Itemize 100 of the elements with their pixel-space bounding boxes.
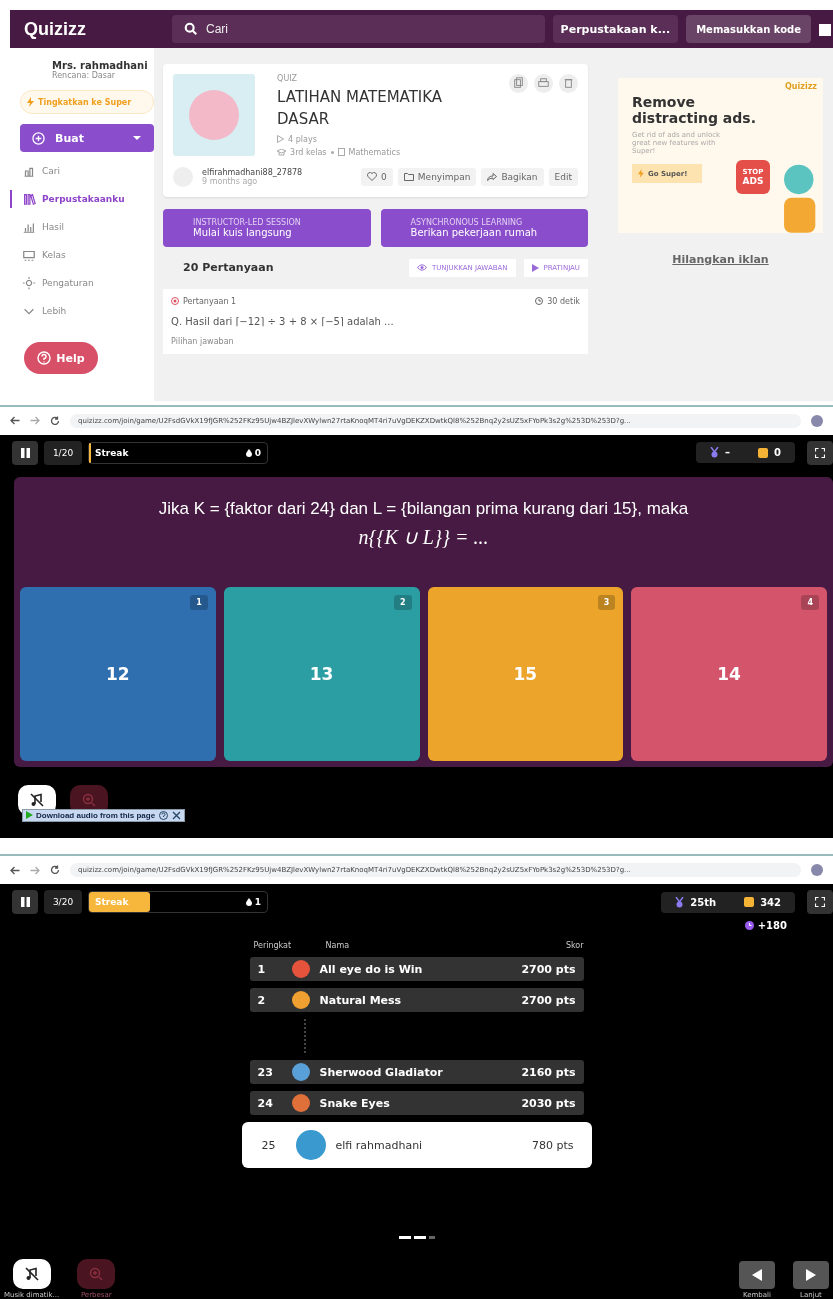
answer-option[interactable]: 1 12 — [20, 586, 216, 761]
help-button[interactable]: Help — [24, 342, 98, 374]
book-icon — [337, 148, 345, 156]
question-text: Q. Hasil dari ⌈−12⌉ ÷ 3 + 8 × ⌈−5⌉ adalah ... — [171, 315, 395, 327]
page-indicator — [398, 1236, 435, 1239]
next-button[interactable] — [793, 1261, 829, 1289]
lightning-icon — [27, 97, 34, 107]
quiz-type: QUIZ — [277, 74, 299, 83]
answer-option[interactable]: 2 13 — [223, 586, 420, 761]
column-header: Skor — [565, 941, 584, 950]
coins-icon — [758, 447, 769, 458]
heart-icon — [367, 172, 378, 181]
back-arrow-icon[interactable] — [10, 416, 20, 426]
lightning-icon — [638, 169, 644, 179]
pause-icon — [20, 897, 30, 907]
share-button[interactable]: Bagikan — [481, 167, 544, 186]
ad-headline: Remove distracting ads. — [632, 94, 757, 127]
back-button[interactable] — [739, 1261, 775, 1289]
logo[interactable]: Quizizz — [24, 18, 164, 40]
play-icon — [26, 811, 33, 820]
help-icon[interactable] — [159, 810, 169, 820]
grade-label: 3rd kelas — [290, 147, 327, 157]
search-field[interactable]: Cari — [172, 15, 545, 43]
search-icon — [184, 22, 198, 36]
question-circle-icon — [37, 351, 52, 365]
target-icon — [171, 297, 180, 305]
question-label: Pertanyaan 1 — [171, 296, 237, 306]
fullscreen-button[interactable] — [807, 440, 833, 465]
session-button[interactable]: ASYNCHRONOUS LEARNING Berikan pekerjaan rumah — [380, 208, 588, 247]
sidebar-item[interactable]: Kelas — [10, 246, 155, 264]
fullscreen-button[interactable] — [807, 890, 833, 914]
sidebar-item[interactable]: Pengaturan — [10, 274, 155, 292]
drop-icon — [245, 898, 252, 906]
download-audio-button[interactable]: Download audio from this page — [26, 810, 156, 820]
pause-button[interactable] — [12, 440, 38, 465]
print-icon[interactable] — [534, 74, 553, 93]
answer-option[interactable]: 3 15 — [427, 586, 624, 761]
copy-icon[interactable] — [509, 74, 528, 93]
streak-label: Streak — [95, 897, 129, 907]
sidebar-item[interactable]: Cari — [10, 162, 155, 180]
streak-label: Streak — [95, 447, 129, 458]
library-dropdown[interactable]: Perpustakaan k... — [552, 15, 679, 43]
sidebar-item[interactable]: Hasil — [10, 218, 155, 236]
eye-icon — [416, 264, 427, 271]
share-arrow-icon — [487, 172, 498, 181]
fullscreen-icon — [815, 897, 825, 907]
reload-icon[interactable] — [50, 415, 60, 426]
reload-icon[interactable] — [50, 865, 60, 875]
streak-count: 1 — [245, 897, 261, 907]
choices-label: Pilihan jawaban — [171, 336, 235, 346]
save-button[interactable]: Menyimpan — [397, 167, 477, 186]
remove-ads-link[interactable]: Hilangkan iklan — [672, 253, 769, 266]
separator-dot-icon — [330, 150, 334, 154]
leaderboard-row: 25 elfi rahmadhani 780 pts — [241, 1122, 592, 1168]
drop-icon — [245, 448, 252, 457]
play-icon — [531, 263, 539, 272]
time-ago: 9 months ago — [202, 176, 258, 186]
pause-icon — [20, 447, 30, 458]
rank-value: – — [696, 442, 745, 464]
music-off-button[interactable] — [12, 1259, 51, 1289]
muted-music-icon — [24, 1267, 39, 1281]
back-arrow-icon[interactable] — [10, 865, 20, 875]
right-triangle-icon — [806, 1269, 816, 1281]
create-button[interactable]: Buat — [20, 124, 155, 152]
answer-option[interactable]: 4 14 — [631, 586, 827, 761]
left-triangle-icon — [752, 1269, 762, 1281]
pause-button[interactable] — [12, 890, 38, 914]
session-button[interactable]: INSTRUCTOR-LED SESSION Mulai kuis langsung — [163, 208, 371, 247]
like-button[interactable]: 0 — [361, 167, 393, 186]
plays-count: 4 plays — [288, 134, 317, 144]
profile-icon[interactable] — [811, 414, 823, 427]
plan-label: Rencana: Dasar — [52, 71, 117, 80]
time-label: 30 detik — [535, 296, 580, 306]
timer-icon — [744, 921, 754, 930]
profile-icon[interactable] — [811, 864, 823, 876]
plus-circle-icon — [32, 131, 45, 145]
medal-icon — [710, 447, 720, 459]
nav-icon — [22, 192, 36, 206]
ad-logo: Quizizz — [785, 82, 817, 91]
question-count: 20 Pertanyaan — [182, 261, 275, 274]
zoom-in-icon — [82, 792, 96, 807]
column-header: Nama — [325, 941, 351, 950]
leaderboard-row: 1 All eye do is Win 2700 pts — [249, 957, 584, 981]
sidebar-item[interactable]: Lebih — [10, 302, 155, 320]
trash-icon[interactable] — [559, 74, 578, 93]
edit-button[interactable]: Edit — [548, 167, 578, 186]
zoom-in-icon — [89, 1267, 104, 1281]
leaderboard-row: 23 Sherwood Gladiator 2160 pts — [249, 1060, 584, 1084]
play-icon — [277, 135, 285, 143]
progress-counter: 3/20 — [44, 890, 82, 914]
column-header: Peringkat — [253, 941, 293, 950]
coin-count: 342 — [730, 891, 795, 913]
close-icon[interactable] — [172, 810, 182, 820]
rank-value: 25th — [661, 891, 731, 913]
graduation-icon — [277, 148, 287, 156]
folder-icon — [403, 172, 414, 181]
subject-label: Mathematics — [348, 147, 401, 157]
enter-code-button[interactable]: Memasukkan kode — [686, 15, 811, 43]
coin-count: 0 — [744, 442, 795, 464]
user-name: Mrs. rahmadhani — [52, 60, 149, 71]
